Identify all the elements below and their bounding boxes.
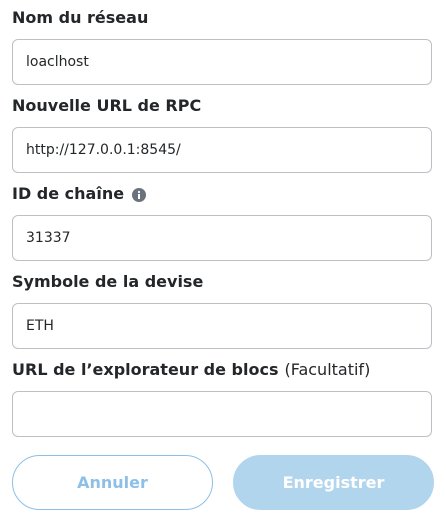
- network-name-label-text: Nom du réseau: [12, 8, 149, 27]
- optional-label: (Facultatif): [284, 360, 371, 379]
- cancel-button[interactable]: Annuler: [12, 455, 213, 510]
- currency-symbol-label: Symbole de la devise: [12, 272, 203, 292]
- cancel-button-label: Annuler: [77, 473, 148, 492]
- block-explorer-label: URL de l’explorateur de blocs (Facultati…: [12, 360, 370, 380]
- chain-id-input[interactable]: [12, 215, 432, 261]
- currency-symbol-input[interactable]: [12, 303, 432, 349]
- chain-id-label-text: ID de chaîne: [12, 184, 125, 203]
- save-button-label: Enregistrer: [282, 473, 385, 492]
- save-button[interactable]: Enregistrer: [233, 455, 434, 510]
- chain-id-label: ID de chaîne: [12, 184, 147, 204]
- currency-symbol-label-text: Symbole de la devise: [12, 272, 204, 291]
- rpc-url-label-text: Nouvelle URL de RPC: [12, 96, 202, 115]
- info-icon[interactable]: [132, 187, 147, 202]
- network-name-input[interactable]: [12, 39, 432, 85]
- network-name-label: Nom du réseau: [12, 8, 148, 28]
- block-explorer-label-text: URL de l’explorateur de blocs: [12, 360, 279, 379]
- block-explorer-input[interactable]: [12, 391, 432, 437]
- rpc-url-label: Nouvelle URL de RPC: [12, 96, 201, 116]
- rpc-url-input[interactable]: [12, 127, 432, 173]
